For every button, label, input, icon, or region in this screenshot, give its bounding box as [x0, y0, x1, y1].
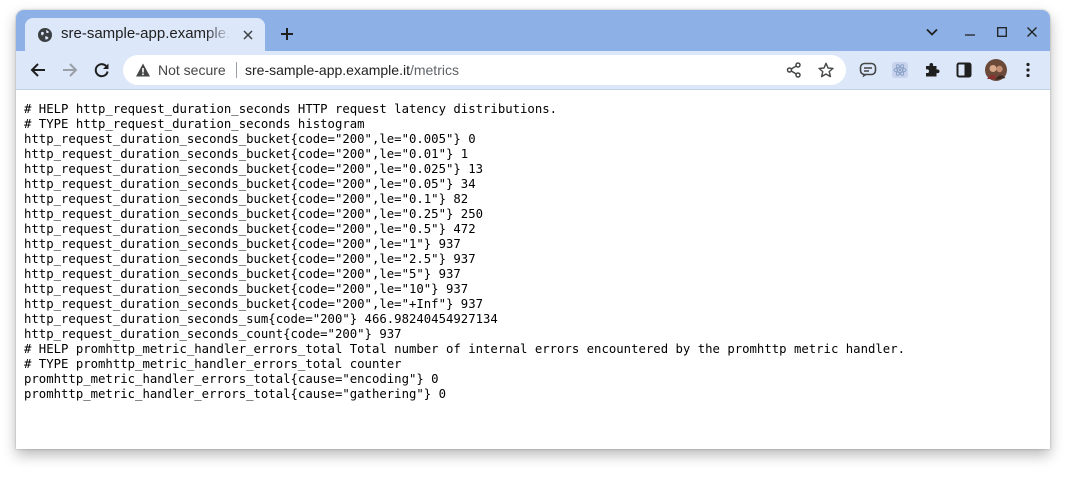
tab-search-button[interactable] — [920, 22, 944, 42]
warning-icon[interactable] — [135, 62, 151, 78]
close-icon — [243, 30, 253, 40]
new-tab-button[interactable] — [275, 22, 299, 46]
metrics-line: http_request_duration_seconds_sum{code="… — [24, 312, 498, 326]
maximize-icon — [997, 27, 1007, 37]
bookmark-button[interactable] — [816, 60, 836, 80]
metrics-line: http_request_duration_seconds_bucket{cod… — [24, 237, 461, 251]
plus-icon — [281, 28, 293, 40]
tab-metrics[interactable]: sre-sample-app.example.it/metrics — [25, 18, 265, 51]
globe-icon — [38, 28, 52, 42]
metrics-text: # HELP http_request_duration_seconds HTT… — [24, 102, 905, 402]
minimize-button[interactable] — [958, 22, 982, 42]
sidepanel-icon — [956, 62, 972, 78]
url-text[interactable]: sre-sample-app.example.it/metrics — [245, 62, 459, 78]
toolbar: Not secure sre-sample-app.example.it/met… — [16, 51, 1050, 90]
metrics-line: http_request_duration_seconds_bucket{cod… — [24, 147, 469, 161]
metrics-line: http_request_duration_seconds_bucket{cod… — [24, 267, 461, 281]
metrics-line: http_request_duration_seconds_bucket{cod… — [24, 222, 476, 236]
maximize-button[interactable] — [990, 22, 1014, 42]
arrow-right-icon — [63, 63, 78, 77]
metrics-line: # TYPE promhttp_metric_handler_errors_to… — [24, 357, 402, 371]
minimize-icon — [965, 34, 975, 36]
omnibox-divider — [236, 62, 237, 78]
reload-icon — [94, 63, 109, 78]
tab-strip: sre-sample-app.example.it/metrics — [16, 10, 1050, 51]
react-extension-icon — [892, 62, 908, 78]
metrics-line: http_request_duration_seconds_bucket{cod… — [24, 252, 476, 266]
metrics-line: http_request_duration_seconds_bucket{cod… — [24, 162, 484, 176]
close-icon — [1027, 27, 1037, 37]
avatar — [985, 59, 1007, 81]
security-label[interactable]: Not secure — [158, 62, 226, 78]
metrics-line: http_request_duration_seconds_bucket{cod… — [24, 132, 476, 146]
metrics-line: # TYPE http_request_duration_seconds his… — [24, 117, 365, 131]
chrome-menu-button[interactable] — [1016, 58, 1040, 82]
arrow-left-icon — [30, 63, 45, 77]
star-icon — [818, 62, 834, 78]
chat-extension-button[interactable] — [856, 58, 880, 82]
metrics-line: http_request_duration_seconds_bucket{cod… — [24, 207, 484, 221]
metrics-line: promhttp_metric_handler_errors_total{cau… — [24, 372, 439, 386]
metrics-line: http_request_duration_seconds_bucket{cod… — [24, 297, 484, 311]
tab-title: sre-sample-app.example.it/metrics — [61, 25, 231, 42]
metrics-line: http_request_duration_seconds_bucket{cod… — [24, 282, 469, 296]
share-button[interactable] — [784, 60, 804, 80]
side-panel-button[interactable] — [952, 58, 976, 82]
back-button[interactable] — [26, 58, 50, 82]
extensions-button[interactable] — [920, 58, 944, 82]
url-host: sre-sample-app.example.it — [245, 62, 410, 78]
tab-close-button[interactable] — [239, 26, 257, 44]
puzzle-icon — [926, 63, 940, 77]
metrics-line: # HELP promhttp_metric_handler_errors_to… — [24, 342, 905, 356]
chevron-down-icon — [926, 28, 938, 36]
metrics-line: http_request_duration_seconds_count{code… — [24, 327, 402, 341]
reload-button[interactable] — [90, 58, 114, 82]
window-close-button[interactable] — [1020, 22, 1044, 42]
url-path: /metrics — [409, 62, 459, 78]
forward-button[interactable] — [58, 58, 82, 82]
page-content: # HELP http_request_duration_seconds HTT… — [16, 90, 1050, 449]
chat-extension-icon — [859, 62, 877, 78]
metrics-line: http_request_duration_seconds_bucket{cod… — [24, 192, 469, 206]
metrics-line: http_request_duration_seconds_bucket{cod… — [24, 177, 476, 191]
address-bar[interactable]: Not secure sre-sample-app.example.it/met… — [123, 55, 846, 85]
metrics-line: promhttp_metric_handler_errors_total{cau… — [24, 387, 446, 401]
profile-button[interactable] — [984, 58, 1008, 82]
kebab-menu-icon — [1026, 62, 1030, 78]
browser-window: sre-sample-app.example.it/metrics — [16, 10, 1050, 449]
metrics-line: # HELP http_request_duration_seconds HTT… — [24, 102, 558, 116]
react-devtools-button[interactable] — [888, 58, 912, 82]
share-icon — [786, 62, 801, 78]
